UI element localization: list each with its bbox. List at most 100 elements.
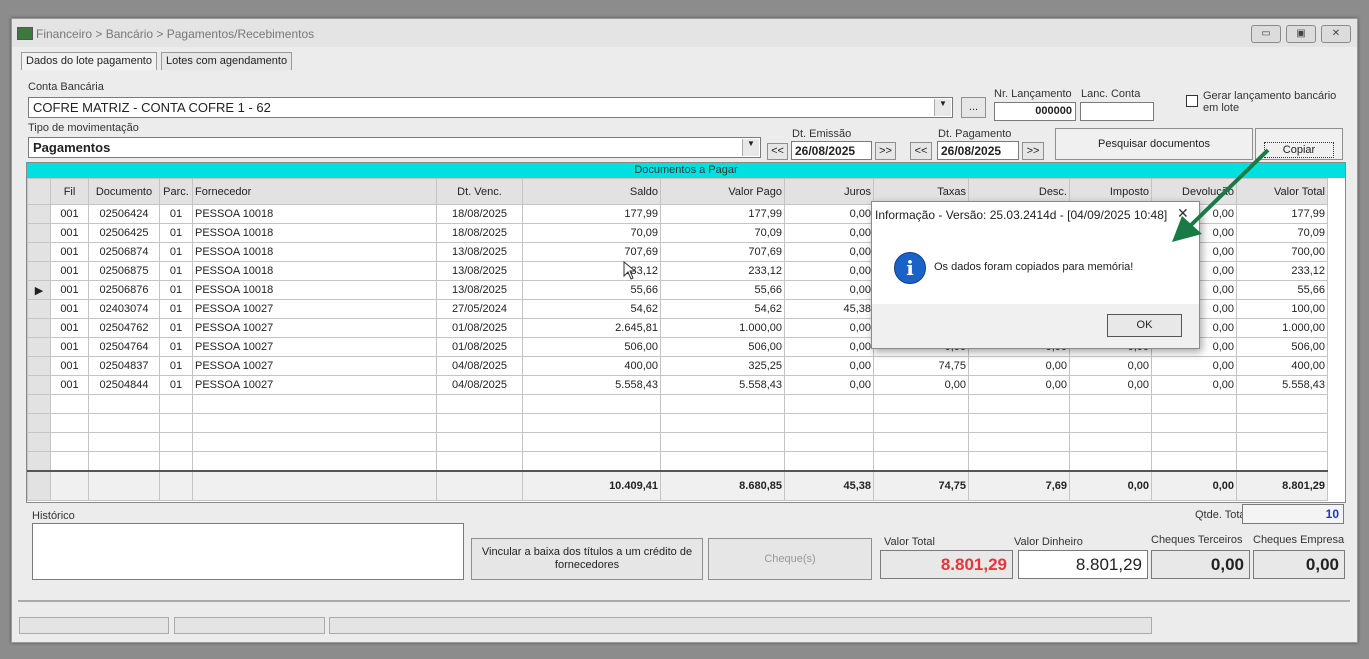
cell-dt-venc[interactable]: 13/08/2025 [436,242,523,262]
col-documento[interactable]: Documento [88,178,160,205]
cell-valor-pago[interactable]: 707,69 [660,242,785,262]
minimize-button[interactable]: ▭ [1251,25,1281,43]
cell-juros[interactable]: 0,00 [784,318,874,338]
cell-dt-venc[interactable]: 01/08/2025 [436,337,523,357]
cell-parc[interactable]: 01 [159,261,193,281]
cell-parc[interactable]: 01 [159,318,193,338]
cell-juros[interactable]: 0,00 [784,242,874,262]
col-saldo[interactable]: Saldo [522,178,661,205]
table-row[interactable]: 001 02504837 01 PESSOA 10027 04/08/2025 400,0… [27,356,1328,376]
cell-parc[interactable]: 01 [159,204,193,224]
col-parc[interactable]: Parc. [159,178,193,205]
cell-saldo[interactable]: 506,00 [522,337,661,357]
chevron-down-icon[interactable]: ▼ [742,139,759,156]
pagamento-next-button[interactable]: >> [1022,142,1044,160]
cell-valor-pago[interactable]: 5.558,43 [660,375,785,395]
cell-valor-total[interactable]: 700,00 [1236,242,1328,262]
cell-saldo[interactable]: 707,69 [522,242,661,262]
cell-valor-pago[interactable]: 233,12 [660,261,785,281]
lanc-conta-field[interactable] [1080,102,1154,121]
cell-dt-venc[interactable]: 04/08/2025 [436,375,523,395]
cell-devolucao[interactable]: 0,00 [1151,356,1237,376]
valor-dinheiro-field[interactable]: 8.801,29 [1018,550,1148,579]
cell-documento[interactable]: 02506425 [88,223,160,243]
cell-juros[interactable]: 0,00 [784,223,874,243]
table-row[interactable]: 001 02504844 01 PESSOA 10027 04/08/2025 5.558… [27,375,1328,395]
row-indicator[interactable] [27,261,51,281]
row-indicator[interactable] [27,242,51,262]
cell-fil[interactable]: 001 [50,375,89,395]
dt-pagamento-field[interactable]: 26/08/2025 [937,141,1019,160]
nr-lanc-field[interactable]: 000000 [994,102,1076,121]
cell-saldo[interactable]: 177,99 [522,204,661,224]
cell-documento[interactable]: 02506875 [88,261,160,281]
cell-saldo[interactable]: 54,62 [522,299,661,319]
cell-saldo[interactable]: 55,66 [522,280,661,300]
tab-dados-lote[interactable]: Dados do lote pagamento [21,52,157,70]
cell-fil[interactable]: 001 [50,204,89,224]
cell-valor-pago[interactable]: 70,09 [660,223,785,243]
cell-fornecedor[interactable]: PESSOA 10027 [192,375,437,395]
col-fornecedor[interactable]: Fornecedor [192,178,437,205]
cell-juros[interactable]: 0,00 [784,375,874,395]
cell-valor-total[interactable]: 506,00 [1236,337,1328,357]
cell-fil[interactable]: 001 [50,318,89,338]
cell-documento[interactable]: 02504844 [88,375,160,395]
cell-fil[interactable]: 001 [50,280,89,300]
conta-select[interactable]: COFRE MATRIZ - CONTA COFRE 1 - 62 ▼ [28,97,953,118]
cell-valor-pago[interactable]: 506,00 [660,337,785,357]
cell-dt-venc[interactable]: 01/08/2025 [436,318,523,338]
cell-juros[interactable]: 0,00 [784,356,874,376]
tipo-select[interactable]: Pagamentos ▼ [28,137,761,158]
historico-field[interactable] [32,523,464,580]
row-indicator[interactable] [27,204,51,224]
cell-taxas[interactable]: 74,75 [873,356,969,376]
cell-juros[interactable]: 45,38 [784,299,874,319]
col-juros[interactable]: Juros [784,178,874,205]
cell-documento[interactable]: 02506424 [88,204,160,224]
vincular-credito-button[interactable]: Vincular a baixa dos títulos a um crédit… [471,538,703,580]
cell-valor-pago[interactable]: 177,99 [660,204,785,224]
cell-documento[interactable]: 02506876 [88,280,160,300]
conta-search-button[interactable]: ... [961,97,986,118]
emissao-next-button[interactable]: >> [875,142,896,160]
col-dt-venc[interactable]: Dt. Venc. [436,178,523,205]
cell-parc[interactable]: 01 [159,280,193,300]
cell-valor-total[interactable]: 5.558,43 [1236,375,1328,395]
cell-saldo[interactable]: 400,00 [522,356,661,376]
cell-parc[interactable]: 01 [159,242,193,262]
cell-fornecedor[interactable]: PESSOA 10018 [192,261,437,281]
cell-saldo[interactable]: 233,12 [522,261,661,281]
cell-valor-total[interactable]: 55,66 [1236,280,1328,300]
cell-imposto[interactable]: 0,00 [1069,356,1152,376]
cell-fornecedor[interactable]: PESSOA 10027 [192,299,437,319]
row-indicator[interactable] [27,318,51,338]
cell-desc[interactable]: 0,00 [968,356,1070,376]
cell-fil[interactable]: 001 [50,337,89,357]
chevron-down-icon[interactable]: ▼ [934,99,951,116]
cell-devolucao[interactable]: 0,00 [1151,375,1237,395]
cell-parc[interactable]: 01 [159,337,193,357]
cell-valor-total[interactable]: 100,00 [1236,299,1328,319]
cell-fil[interactable]: 001 [50,356,89,376]
cell-saldo[interactable]: 70,09 [522,223,661,243]
maximize-button[interactable]: ▣ [1286,25,1316,43]
close-button[interactable]: ✕ [1321,25,1351,43]
cell-valor-pago[interactable]: 325,25 [660,356,785,376]
cell-juros[interactable]: 0,00 [784,204,874,224]
cell-documento[interactable]: 02506874 [88,242,160,262]
cell-fornecedor[interactable]: PESSOA 10027 [192,318,437,338]
row-indicator[interactable] [27,356,51,376]
cell-fornecedor[interactable]: PESSOA 10018 [192,280,437,300]
pagamento-prev-button[interactable]: << [910,142,932,160]
cell-fil[interactable]: 001 [50,242,89,262]
cell-dt-venc[interactable]: 27/05/2024 [436,299,523,319]
cell-dt-venc[interactable]: 18/08/2025 [436,204,523,224]
tab-lotes-agendamento[interactable]: Lotes com agendamento [161,52,293,70]
ok-button[interactable]: OK [1107,314,1182,337]
cell-taxas[interactable]: 0,00 [873,375,969,395]
cell-dt-venc[interactable]: 18/08/2025 [436,223,523,243]
cell-dt-venc[interactable]: 13/08/2025 [436,261,523,281]
cell-valor-total[interactable]: 400,00 [1236,356,1328,376]
cell-saldo[interactable]: 2.645,81 [522,318,661,338]
